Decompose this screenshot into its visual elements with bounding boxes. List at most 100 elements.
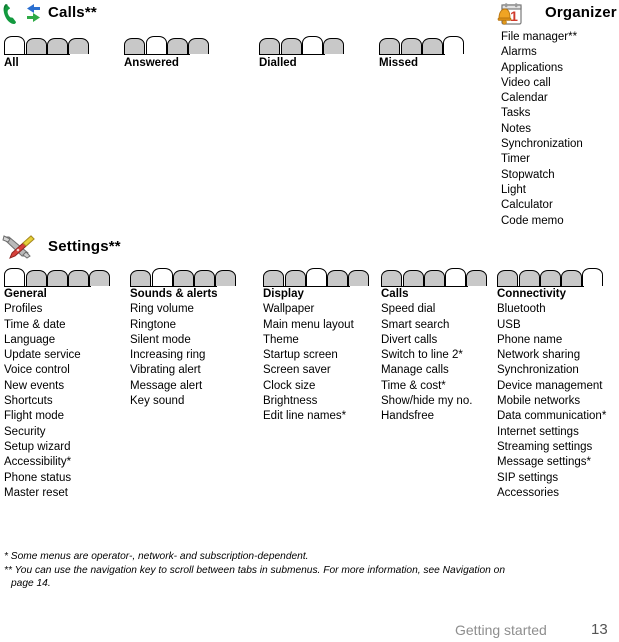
- list-item[interactable]: File manager**: [501, 30, 583, 45]
- list-item[interactable]: Switch to line 2*: [381, 348, 472, 363]
- list-item[interactable]: Flight mode: [4, 409, 81, 424]
- tools-settings-icon: [2, 235, 35, 259]
- calls-tab-label-missed: Missed: [379, 57, 418, 69]
- column-header-connectivity: Connectivity: [497, 288, 567, 300]
- list-item[interactable]: Data communication*: [497, 409, 606, 424]
- list-item[interactable]: Vibrating alert: [130, 363, 218, 378]
- footnote-double-asterisk: ** You can use the navigation key to scr…: [4, 564, 505, 576]
- list-item[interactable]: Mobile networks: [497, 394, 606, 409]
- settings-column-calls: Calls Speed dial Smart search Divert cal…: [381, 287, 472, 425]
- tabstrip: [4, 36, 89, 55]
- column-header-sounds-alerts: Sounds & alerts: [130, 288, 218, 300]
- list-item[interactable]: Bluetooth: [497, 302, 606, 317]
- tabstrip: [379, 36, 464, 55]
- list-item[interactable]: Device management: [497, 379, 606, 394]
- calls-tabgroup-missed[interactable]: Missed: [379, 36, 464, 69]
- list-item[interactable]: Voice control: [4, 363, 81, 378]
- list-item[interactable]: Security: [4, 425, 81, 440]
- list-item[interactable]: Profiles: [4, 302, 81, 317]
- footnote-continuation: page 14.: [11, 578, 51, 589]
- list-item[interactable]: Phone status: [4, 471, 81, 486]
- list-item[interactable]: Applications: [501, 61, 583, 76]
- calls-tabgroup-dialled[interactable]: Dialled: [259, 36, 344, 69]
- calls-tab-label-all: All: [4, 57, 19, 69]
- settings-column-sounds-alerts: Sounds & alerts Ring volume Ringtone Sil…: [130, 287, 218, 409]
- list-item[interactable]: Shortcuts: [4, 394, 81, 409]
- calls-section-title: Calls**: [48, 4, 97, 21]
- list-item[interactable]: Time & cost*: [381, 379, 472, 394]
- list-item[interactable]: Synchronization: [497, 363, 606, 378]
- list-item[interactable]: Handsfree: [381, 409, 472, 424]
- footnote-single-asterisk: * Some menus are operator-, network- and…: [4, 551, 309, 562]
- list-item[interactable]: SIP settings: [497, 471, 606, 486]
- list-item[interactable]: Message settings*: [497, 455, 606, 470]
- column-header-calls: Calls: [381, 288, 409, 300]
- organizer-section-title: Organizer: [545, 4, 617, 21]
- list-item[interactable]: Ring volume: [130, 302, 218, 317]
- list-item[interactable]: New events: [4, 379, 81, 394]
- calls-tab-label-answered: Answered: [124, 57, 179, 69]
- list-item[interactable]: USB: [497, 318, 606, 333]
- footnotes-block: * Some menus are operator-, network- and…: [4, 550, 615, 591]
- list-item[interactable]: Video call: [501, 76, 583, 91]
- settings-section-title: Settings**: [48, 238, 121, 255]
- list-item[interactable]: Code memo: [501, 214, 583, 229]
- organizer-section-icon: 1: [497, 2, 523, 26]
- list-item[interactable]: Startup screen: [263, 348, 354, 363]
- list-item[interactable]: Tasks: [501, 106, 583, 121]
- list-item[interactable]: Ringtone: [130, 318, 218, 333]
- list-item[interactable]: Setup wizard: [4, 440, 81, 455]
- list-item[interactable]: Message alert: [130, 379, 218, 394]
- calls-section-icon: [2, 2, 42, 26]
- list-item[interactable]: Stopwatch: [501, 168, 583, 183]
- list-item[interactable]: Language: [4, 333, 81, 348]
- list-item[interactable]: Notes: [501, 122, 583, 137]
- list-item[interactable]: Accessories: [497, 486, 606, 501]
- tabstrip: [259, 36, 344, 55]
- list-item[interactable]: Smart search: [381, 318, 472, 333]
- list-item[interactable]: Speed dial: [381, 302, 472, 317]
- list-item[interactable]: Edit line names*: [263, 409, 354, 424]
- list-item[interactable]: Streaming settings: [497, 440, 606, 455]
- list-item[interactable]: Synchronization: [501, 137, 583, 152]
- organizer-menu-list: File manager** Alarms Applications Video…: [501, 30, 583, 229]
- list-item[interactable]: Screen saver: [263, 363, 354, 378]
- list-item[interactable]: Accessibility*: [4, 455, 81, 470]
- calls-tab-label-dialled: Dialled: [259, 57, 297, 69]
- list-item[interactable]: Internet settings: [497, 425, 606, 440]
- list-item[interactable]: Calculator: [501, 198, 583, 213]
- list-item[interactable]: Wallpaper: [263, 302, 354, 317]
- list-item[interactable]: Manage calls: [381, 363, 472, 378]
- list-item[interactable]: Silent mode: [130, 333, 218, 348]
- list-item[interactable]: Key sound: [130, 394, 218, 409]
- column-header-display: Display: [263, 288, 304, 300]
- calendar-alarm-icon: 1: [497, 3, 522, 25]
- settings-column-display: Display Wallpaper Main menu layout Theme…: [263, 287, 354, 425]
- list-item[interactable]: Master reset: [4, 486, 81, 501]
- list-item[interactable]: Theme: [263, 333, 354, 348]
- phone-calls-icon: [3, 4, 40, 24]
- list-item[interactable]: Time & date: [4, 318, 81, 333]
- column-header-general: General: [4, 288, 47, 300]
- list-item[interactable]: Main menu layout: [263, 318, 354, 333]
- list-item[interactable]: Show/hide my no.: [381, 394, 472, 409]
- tabstrip: [124, 36, 209, 55]
- list-item[interactable]: Network sharing: [497, 348, 606, 363]
- calls-tabgroup-answered[interactable]: Answered: [124, 36, 209, 69]
- list-item[interactable]: Brightness: [263, 394, 354, 409]
- list-item[interactable]: Update service: [4, 348, 81, 363]
- list-item[interactable]: Alarms: [501, 45, 583, 60]
- list-item[interactable]: Light: [501, 183, 583, 198]
- list-item[interactable]: Clock size: [263, 379, 354, 394]
- footer-chapter-label: Getting started: [455, 622, 547, 638]
- list-item[interactable]: Calendar: [501, 91, 583, 106]
- settings-column-general: General Profiles Time & date Language Up…: [4, 287, 81, 501]
- list-item[interactable]: Increasing ring: [130, 348, 218, 363]
- settings-column-connectivity: Connectivity Bluetooth USB Phone name Ne…: [497, 287, 606, 501]
- list-item[interactable]: Divert calls: [381, 333, 472, 348]
- list-item[interactable]: Phone name: [497, 333, 606, 348]
- footer-page-number: 13: [591, 621, 608, 638]
- calls-tabgroup-all[interactable]: All: [4, 36, 89, 69]
- list-item[interactable]: Timer: [501, 152, 583, 167]
- settings-section-icon: [2, 234, 36, 260]
